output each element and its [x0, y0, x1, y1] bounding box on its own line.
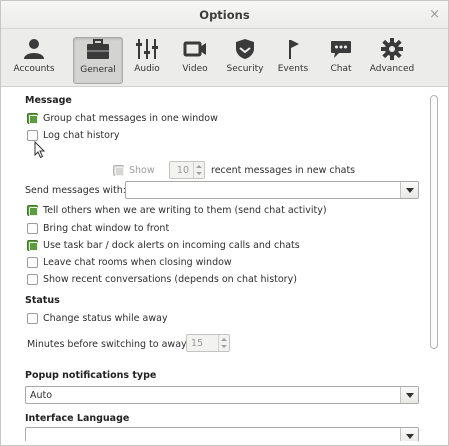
tab-accounts[interactable]: Accounts — [9, 37, 59, 84]
spinner-arrows-icon[interactable] — [193, 162, 204, 178]
general-icon — [74, 38, 122, 62]
recent-suffix: recent messages in new chats — [211, 165, 356, 176]
audio-icon — [127, 37, 167, 61]
option-label: Change status while away — [43, 312, 168, 324]
recent-count-spinner[interactable]: 10 — [169, 161, 205, 179]
log-history-option[interactable]: Log chat history — [27, 128, 119, 142]
option-label: Bring chat window to front — [43, 222, 170, 234]
vertical-scrollbar[interactable] — [429, 93, 439, 441]
tab-label: Events — [277, 64, 309, 74]
select-value: Auto — [30, 390, 53, 401]
tab-events[interactable]: Events — [273, 37, 313, 84]
gear-icon — [367, 37, 417, 61]
mouse-pointer-icon — [34, 140, 46, 162]
option-label: Tell others when we are writing to them … — [43, 204, 327, 216]
accounts-icon — [9, 37, 59, 61]
options-window: Options × Accounts General Audio Video S… — [0, 0, 449, 446]
group-chat-checkbox[interactable] — [27, 112, 38, 124]
minutes-away-spinner[interactable]: 15 — [186, 334, 230, 352]
general-settings-panel: Message Group chat messages in one windo… — [17, 89, 429, 441]
tab-label: Chat — [330, 64, 352, 74]
spinner-arrows-icon[interactable] — [218, 335, 229, 351]
tab-label: Audio — [134, 64, 160, 74]
minutes-away-label: Minutes before switching to away: — [27, 339, 190, 350]
recent-conversations-option[interactable]: Show recent conversations (depends on ch… — [27, 272, 297, 286]
popup-heading: Popup notifications type — [25, 370, 157, 381]
tab-label: General — [80, 65, 116, 75]
option-label: Log chat history — [43, 129, 120, 141]
video-icon — [175, 37, 215, 61]
option-label: Show recent conversations (depends on ch… — [43, 273, 297, 285]
bring-front-option[interactable]: Bring chat window to front — [27, 221, 169, 235]
log-history-checkbox[interactable] — [27, 129, 38, 141]
shield-icon — [223, 37, 267, 61]
scrollbar-thumb[interactable] — [430, 95, 438, 349]
send-with-label: Send messages with: — [25, 185, 126, 196]
option-label: Group chat messages in one window — [43, 112, 218, 124]
group-chat-option[interactable]: Group chat messages in one window — [27, 111, 218, 125]
title-bar[interactable]: Options × — [1, 1, 448, 29]
flag-icon — [273, 37, 313, 61]
tab-audio[interactable]: Audio — [127, 37, 167, 84]
popup-type-select[interactable]: Auto — [25, 386, 419, 404]
chevron-down-icon[interactable] — [400, 182, 418, 198]
change-away-option[interactable]: Change status while away — [27, 311, 168, 325]
show-recent-checkbox[interactable] — [113, 164, 124, 176]
tab-label: Accounts — [13, 64, 55, 74]
tab-chat[interactable]: Chat — [321, 37, 361, 84]
tab-advanced[interactable]: Advanced — [367, 37, 417, 84]
language-heading: Interface Language — [25, 413, 130, 424]
tab-label: Security — [226, 64, 264, 74]
tab-security[interactable]: Security — [223, 37, 267, 84]
spinner-value: 15 — [191, 338, 204, 349]
spinner-value: 10 — [176, 165, 189, 176]
language-select[interactable] — [25, 427, 419, 441]
chat-icon — [321, 37, 361, 61]
leave-rooms-option[interactable]: Leave chat rooms when closing window — [27, 255, 232, 269]
chevron-down-icon[interactable] — [400, 387, 418, 403]
bring-front-checkbox[interactable] — [27, 222, 38, 234]
tab-label: Advanced — [369, 64, 415, 74]
tab-general[interactable]: General — [73, 37, 123, 84]
show-recent-option[interactable]: Show — [113, 163, 155, 177]
status-heading: Status — [25, 295, 60, 306]
tab-label: Video — [182, 64, 208, 74]
options-toolbar: Accounts General Audio Video Security Ev… — [1, 29, 448, 87]
change-away-checkbox[interactable] — [27, 312, 38, 324]
message-heading: Message — [25, 95, 72, 106]
option-label: Use task bar / dock alerts on incoming c… — [43, 239, 300, 251]
window-title: Options — [199, 8, 250, 22]
taskbar-alerts-option[interactable]: Use task bar / dock alerts on incoming c… — [27, 238, 300, 252]
recent-conversations-checkbox[interactable] — [27, 273, 38, 285]
tab-video[interactable]: Video — [175, 37, 215, 84]
leave-rooms-checkbox[interactable] — [27, 256, 38, 268]
send-with-select[interactable] — [125, 181, 419, 199]
chevron-down-icon[interactable] — [400, 428, 418, 441]
close-icon[interactable]: × — [429, 7, 440, 22]
option-label: Leave chat rooms when closing window — [43, 256, 232, 268]
taskbar-alerts-checkbox[interactable] — [27, 239, 38, 251]
send-activity-checkbox[interactable] — [27, 204, 38, 216]
send-activity-option[interactable]: Tell others when we are writing to them … — [27, 203, 327, 217]
option-label: Show — [129, 164, 155, 176]
